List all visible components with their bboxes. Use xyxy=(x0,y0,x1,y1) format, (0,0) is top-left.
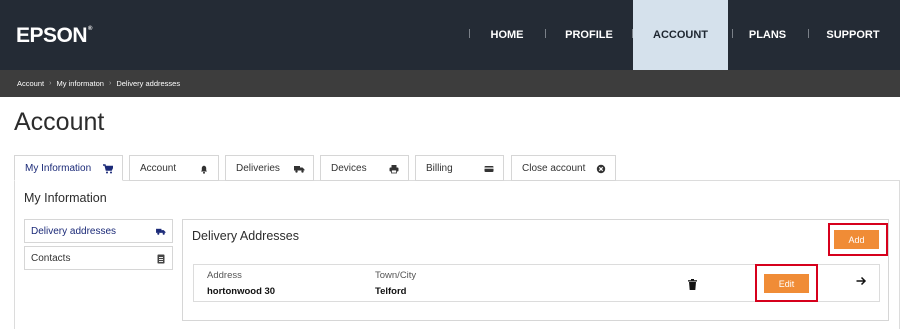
address-label: Address xyxy=(207,270,242,281)
printer-icon xyxy=(389,164,399,174)
page-title: Account xyxy=(14,108,105,136)
tab-deliveries[interactable]: Deliveries xyxy=(225,155,314,181)
top-header: EPSON® HOME PROFILE ACCOUNT PLANS SUPPOR… xyxy=(0,0,900,70)
bell-icon xyxy=(199,164,209,174)
address-value: hortonwood 30 xyxy=(207,286,276,297)
truck-icon xyxy=(156,227,166,236)
town-label: Town/City xyxy=(375,270,417,281)
card-icon xyxy=(484,164,494,174)
arrow-right-icon[interactable] xyxy=(856,275,867,289)
nav-home[interactable]: HOME xyxy=(478,0,536,70)
tab-devices[interactable]: Devices xyxy=(320,155,409,181)
epson-logo[interactable]: EPSON® xyxy=(16,24,92,48)
breadcrumb-my-information[interactable]: My informaton xyxy=(56,79,104,88)
nav-support[interactable]: SUPPORT xyxy=(818,0,888,70)
edit-address-button[interactable]: Edit xyxy=(764,274,809,293)
breadcrumb-delivery-addresses: Delivery addresses xyxy=(116,79,181,88)
tab-label: Deliveries xyxy=(236,162,280,174)
tab-label: Close account xyxy=(522,162,586,174)
truck-icon xyxy=(294,164,305,174)
town-value: Telford xyxy=(375,286,407,297)
nav-separator xyxy=(469,29,470,38)
nav-account[interactable]: ACCOUNT xyxy=(633,0,728,70)
tab-label: Devices xyxy=(331,162,367,174)
nav-separator xyxy=(545,29,546,38)
nav-separator xyxy=(732,29,733,38)
chevron-right-icon: › xyxy=(49,80,52,87)
close-circle-icon xyxy=(596,164,606,174)
side-menu-delivery-addresses[interactable]: Delivery addresses xyxy=(24,219,173,243)
side-menu-label: Contacts xyxy=(31,252,71,264)
tab-close-account[interactable]: Close account xyxy=(511,155,616,181)
tab-account[interactable]: Account xyxy=(129,155,219,181)
contact-card-icon xyxy=(156,254,165,264)
trash-icon[interactable] xyxy=(688,277,697,290)
cart-icon xyxy=(103,164,115,174)
nav-plans[interactable]: PLANS xyxy=(740,0,795,70)
breadcrumb: Account › My informaton › Delivery addre… xyxy=(0,70,900,97)
add-address-button[interactable]: Add xyxy=(834,230,879,249)
side-menu-label: Delivery addresses xyxy=(31,225,117,237)
side-menu-contacts[interactable]: Contacts xyxy=(24,246,173,270)
section-title: My Information xyxy=(24,191,107,205)
chevron-right-icon: › xyxy=(108,80,112,87)
breadcrumb-account[interactable]: Account xyxy=(17,79,44,88)
tab-label: Billing xyxy=(426,162,453,174)
tab-my-information[interactable]: My Information xyxy=(14,155,123,181)
delivery-addresses-title: Delivery Addresses xyxy=(192,229,299,243)
nav-separator xyxy=(808,29,809,38)
tab-billing[interactable]: Billing xyxy=(415,155,504,181)
tab-label: Account xyxy=(140,162,177,174)
tab-label: My Information xyxy=(25,162,92,174)
nav-profile[interactable]: PROFILE xyxy=(555,0,623,70)
